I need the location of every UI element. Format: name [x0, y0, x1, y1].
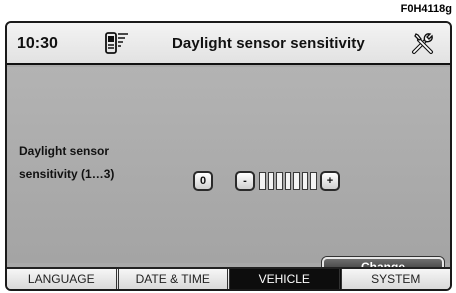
sensitivity-label-line2: sensitivity (1…3)	[19, 167, 115, 181]
tab-system[interactable]: SYSTEM	[341, 269, 450, 289]
sensitivity-label: Daylight sensor sensitivity (1…3)	[19, 140, 159, 186]
settings-panel: Daylight sensor sensitivity (1…3) 0 - + …	[7, 67, 450, 277]
level-segment	[259, 172, 266, 190]
sensitivity-level-bar[interactable]	[259, 171, 318, 191]
tab-language[interactable]: LANGUAGE	[7, 269, 119, 289]
decrease-button[interactable]: -	[235, 171, 255, 191]
increase-button[interactable]: +	[320, 171, 340, 191]
phone-signal-icon	[104, 30, 130, 61]
level-segment	[310, 172, 318, 190]
tools-icon[interactable]	[410, 30, 436, 61]
figure-code: F0H4118g	[400, 3, 452, 15]
level-segment	[293, 172, 300, 190]
level-segment	[301, 172, 309, 190]
increase-label: +	[326, 174, 334, 187]
page-title: Daylight sensor sensitivity	[172, 35, 365, 52]
tab-vehicle[interactable]: VEHICLE	[230, 269, 342, 289]
display-screen: 10:30 Daylight sensor sensitivity Daylig…	[5, 21, 452, 291]
decrease-label: -	[243, 174, 247, 187]
sensitivity-label-line1: Daylight sensor	[19, 144, 110, 158]
tab-bar: LANGUAGE DATE & TIME VEHICLE SYSTEM	[7, 267, 450, 289]
reset-zero-button[interactable]: 0	[193, 171, 213, 191]
level-segment	[276, 172, 283, 190]
tab-date-time[interactable]: DATE & TIME	[118, 269, 230, 289]
level-segment	[284, 172, 292, 190]
reset-zero-label: 0	[199, 174, 207, 187]
level-segment	[267, 172, 275, 190]
status-bar: 10:30 Daylight sensor sensitivity	[7, 23, 450, 65]
clock: 10:30	[17, 35, 58, 52]
